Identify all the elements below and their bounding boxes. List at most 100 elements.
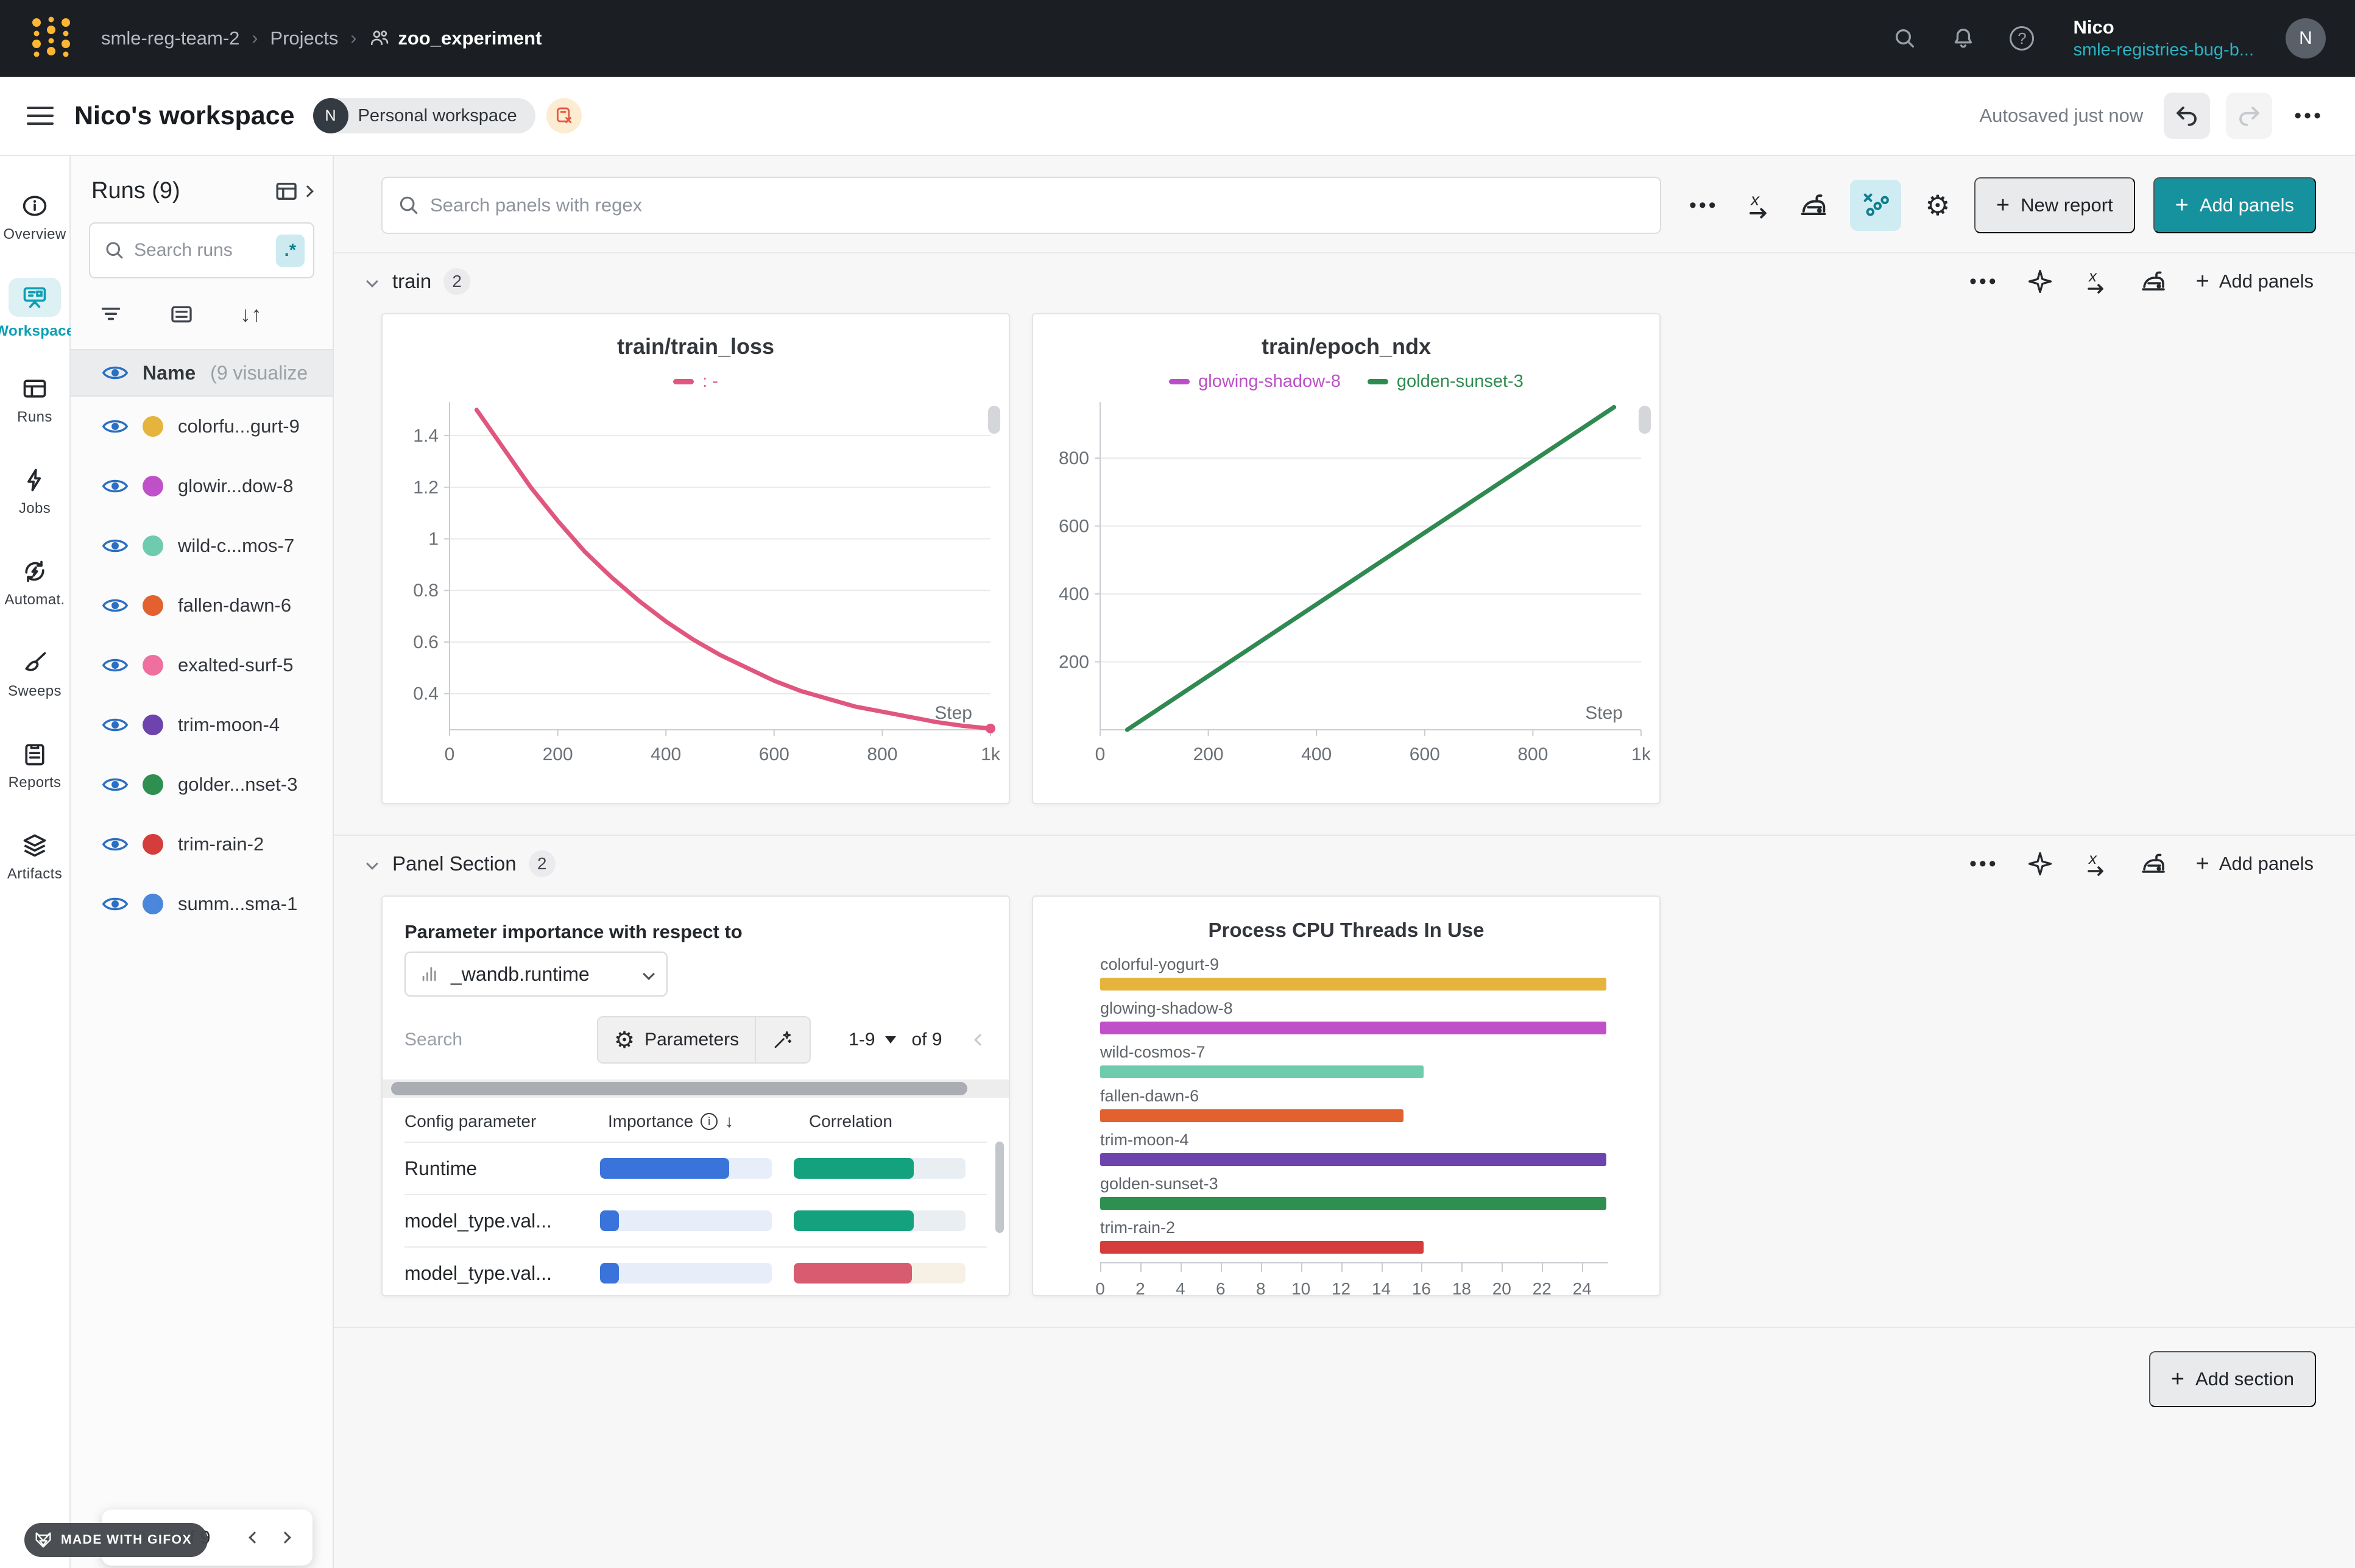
header-more-options-icon[interactable]: ••• xyxy=(2294,104,2323,128)
wandb-logo-icon[interactable] xyxy=(29,14,73,63)
sidebar-item-overview[interactable]: Overview xyxy=(0,172,70,263)
run-row[interactable]: golder...nset-3 xyxy=(71,755,333,814)
parameters-button[interactable]: ⚙ Parameters xyxy=(598,1017,755,1062)
toolbar-more-options-icon[interactable]: ••• xyxy=(1686,187,1722,224)
run-row[interactable]: trim-rain-2 xyxy=(71,814,333,874)
column-correlation[interactable]: Correlation xyxy=(809,1112,892,1131)
hamburger-menu-icon[interactable] xyxy=(27,107,54,125)
breadcrumb-projects[interactable]: Projects xyxy=(270,27,338,49)
visibility-eye-icon[interactable] xyxy=(102,775,128,794)
param-table-row[interactable]: model_type.val... xyxy=(404,1194,987,1246)
runs-table-icon[interactable] xyxy=(274,178,300,204)
add-section-button[interactable]: +Add section xyxy=(2149,1351,2316,1407)
parameter-importance-panel[interactable]: Parameter importance with respect to _wa… xyxy=(381,895,1010,1296)
magic-wand-button[interactable] xyxy=(755,1017,810,1062)
outliers-scatter-icon[interactable] xyxy=(1850,180,1901,231)
group-list-icon[interactable] xyxy=(169,302,194,327)
sidebar-item-jobs[interactable]: Jobs xyxy=(0,446,70,537)
help-icon[interactable]: ? xyxy=(2008,25,2035,52)
pagination-prev-icon[interactable] xyxy=(974,1034,986,1046)
run-row[interactable]: wild-c...mos-7 xyxy=(71,516,333,576)
panel-search[interactable] xyxy=(381,177,1661,234)
runs-search-input[interactable] xyxy=(134,240,267,261)
add-panels-button[interactable]: +Add panels xyxy=(2153,177,2316,233)
x-axis-settings-icon[interactable]: x xyxy=(2081,267,2111,296)
panel-search-input[interactable] xyxy=(430,194,1645,216)
sidebar-item-sweeps[interactable]: Sweeps xyxy=(0,629,70,720)
visibility-eye-icon[interactable] xyxy=(102,716,128,734)
train-loss-panel[interactable]: train/train_loss : - 0.40.60.811.21.4020… xyxy=(381,313,1010,804)
metric-dropdown[interactable]: _wandb.runtime xyxy=(404,952,668,997)
param-table-row[interactable]: model_type.val... xyxy=(404,1246,987,1296)
section-title[interactable]: train xyxy=(392,270,431,293)
next-page-icon[interactable] xyxy=(275,1527,295,1548)
epoch-ndx-chart[interactable]: 20040060080002004006008001kStep xyxy=(1033,394,1659,783)
x-axis-settings-icon[interactable]: x xyxy=(1740,187,1777,224)
visibility-eye-icon[interactable] xyxy=(102,835,128,853)
param-pagination[interactable]: 1-9 of 9 xyxy=(849,1029,942,1050)
cpu-threads-panel[interactable]: Process CPU Threads In Use colorful-yogu… xyxy=(1032,895,1661,1296)
run-row[interactable]: exalted-surf-5 xyxy=(71,635,333,695)
visibility-eye-icon[interactable] xyxy=(102,656,128,674)
run-row[interactable]: fallen-dawn-6 xyxy=(71,576,333,635)
run-row[interactable]: glowir...dow-8 xyxy=(71,456,333,516)
runs-search[interactable]: .* xyxy=(89,222,314,278)
notifications-bell-icon[interactable] xyxy=(1950,25,1977,52)
sidebar-item-automations[interactable]: Automat. xyxy=(0,537,70,629)
expand-table-chevron-icon[interactable] xyxy=(302,185,314,197)
smoothing-iron-icon[interactable] xyxy=(2139,849,2168,878)
run-row[interactable]: trim-moon-4 xyxy=(71,695,333,755)
visibility-eye-icon[interactable] xyxy=(102,364,128,382)
sidebar-item-artifacts[interactable]: Artifacts xyxy=(0,811,70,903)
column-importance[interactable]: Importance i ↓ xyxy=(608,1112,809,1131)
visibility-eye-icon[interactable] xyxy=(102,596,128,615)
runs-list-header[interactable]: Name (9 visualize xyxy=(71,349,333,397)
breadcrumb-team[interactable]: smle-reg-team-2 xyxy=(101,27,239,49)
train-loss-chart[interactable]: 0.40.60.811.21.402004006008001kStep xyxy=(383,394,1009,783)
section-title[interactable]: Panel Section xyxy=(392,852,517,875)
x-axis-settings-icon[interactable]: x xyxy=(2081,849,2111,878)
section-more-options-icon[interactable]: ••• xyxy=(1969,270,1999,294)
sidebar-item-reports[interactable]: Reports xyxy=(0,720,70,811)
param-table-row[interactable]: Runtime xyxy=(404,1142,987,1194)
parameters-button-group[interactable]: ⚙ Parameters xyxy=(597,1016,811,1064)
regex-toggle[interactable]: .* xyxy=(276,235,305,267)
param-search-input[interactable] xyxy=(404,1029,557,1050)
new-report-button[interactable]: +New report xyxy=(1974,177,2135,233)
visibility-eye-icon[interactable] xyxy=(102,537,128,555)
sparkle-icon[interactable] xyxy=(2027,268,2053,295)
cpu-threads-chart[interactable]: colorful-yogurt-9glowing-shadow-8wild-co… xyxy=(1100,955,1608,1296)
visibility-eye-icon[interactable] xyxy=(102,417,128,436)
run-row[interactable]: colorfu...gurt-9 xyxy=(71,397,333,456)
panel-drag-handle[interactable] xyxy=(988,406,1000,434)
visibility-eye-icon[interactable] xyxy=(102,895,128,913)
filter-icon[interactable] xyxy=(99,302,123,327)
personal-workspace-badge[interactable]: N Personal workspace xyxy=(313,98,535,133)
undo-button[interactable] xyxy=(2164,93,2210,139)
settings-gear-icon[interactable]: ⚙ xyxy=(1919,187,1956,224)
smoothing-iron-icon[interactable] xyxy=(2139,267,2168,296)
section-more-options-icon[interactable]: ••• xyxy=(1969,852,1999,876)
column-config-parameter[interactable]: Config parameter xyxy=(404,1112,608,1131)
redo-button[interactable] xyxy=(2226,93,2272,139)
collapse-section-chevron-icon[interactable] xyxy=(366,858,378,870)
horizontal-scrollbar[interactable] xyxy=(383,1079,1009,1098)
sort-icon[interactable]: ↓↑ xyxy=(240,302,262,327)
prev-page-icon[interactable] xyxy=(244,1527,265,1548)
visibility-eye-icon[interactable] xyxy=(102,477,128,495)
smoothing-iron-icon[interactable] xyxy=(1795,187,1832,224)
collapse-section-chevron-icon[interactable] xyxy=(366,275,378,288)
search-icon[interactable] xyxy=(1891,25,1918,52)
epoch-ndx-panel[interactable]: train/epoch_ndx glowing-shadow-8golden-s… xyxy=(1032,313,1661,804)
sparkle-icon[interactable] xyxy=(2027,850,2053,877)
sidebar-item-workspace[interactable]: Workspace xyxy=(0,263,70,355)
clear-workspace-icon[interactable] xyxy=(546,98,582,133)
panel-drag-handle[interactable] xyxy=(1639,406,1651,434)
user-menu[interactable]: Nico smle-registries-bug-b... xyxy=(2073,16,2254,62)
avatar[interactable]: N xyxy=(2286,18,2326,58)
section-add-panels-button[interactable]: +Add panels xyxy=(2196,269,2314,295)
vertical-scrollbar[interactable] xyxy=(995,1142,1004,1233)
sidebar-item-runs[interactable]: Runs xyxy=(0,355,70,446)
section-add-panels-button[interactable]: +Add panels xyxy=(2196,851,2314,877)
run-row[interactable]: summ...sma-1 xyxy=(71,874,333,934)
